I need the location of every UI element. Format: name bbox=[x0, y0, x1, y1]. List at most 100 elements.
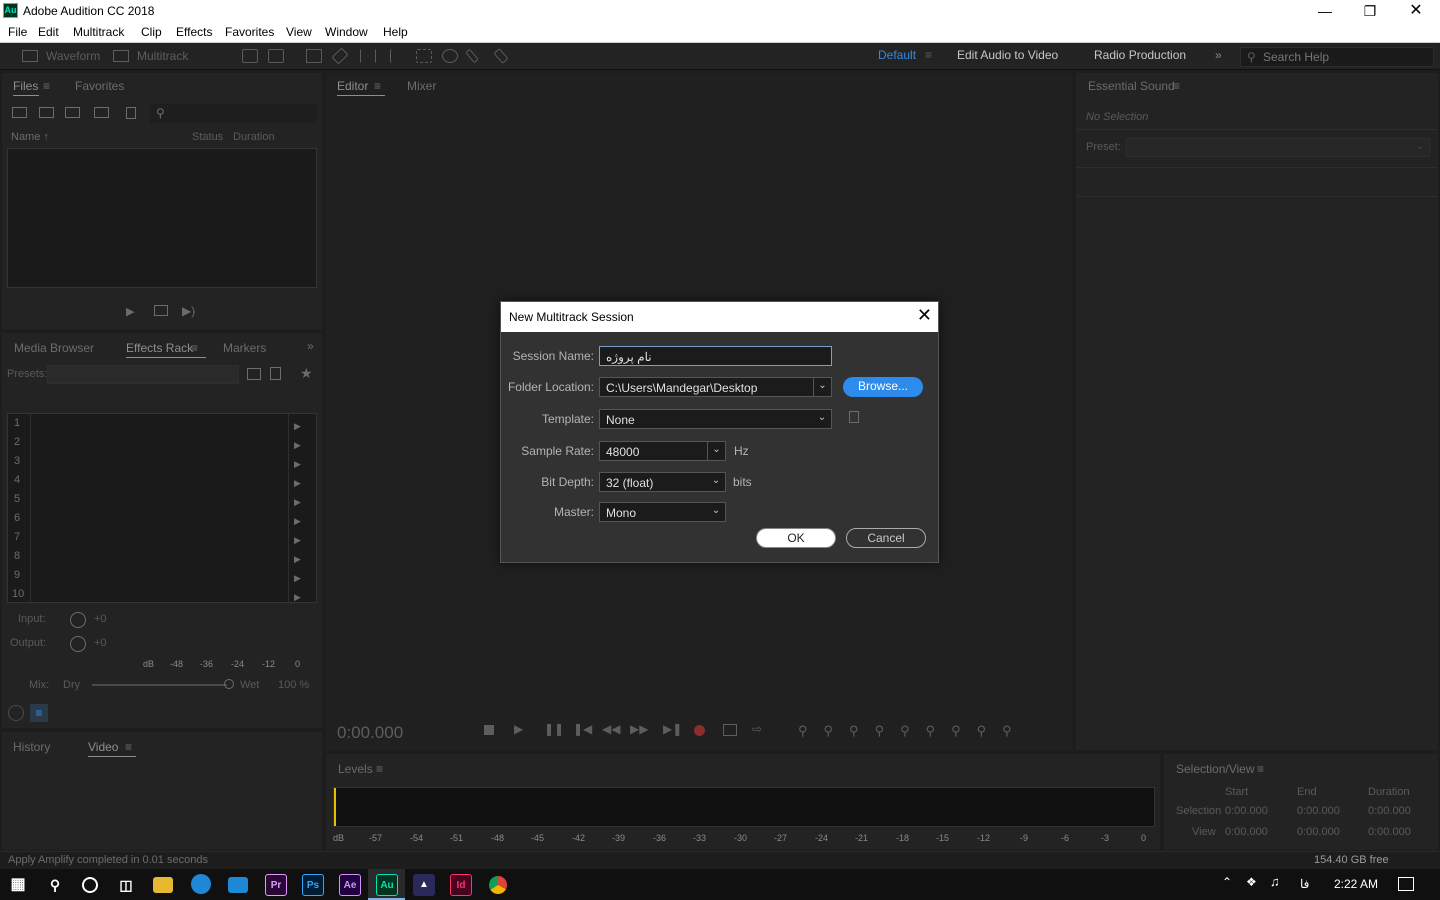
stop-icon[interactable] bbox=[484, 725, 494, 735]
edge-browser-icon[interactable] bbox=[191, 874, 211, 894]
time-selection-tool-icon[interactable] bbox=[390, 49, 398, 63]
slot-arrows[interactable]: ▶ ▶ ▶ ▶ ▶ ▶ ▶ ▶ ▶ ▶ bbox=[294, 417, 301, 607]
search-input[interactable] bbox=[1263, 50, 1428, 64]
cortana-icon[interactable] bbox=[79, 874, 101, 896]
menu-view[interactable]: View bbox=[286, 25, 312, 39]
files-list[interactable] bbox=[7, 148, 317, 288]
levels-menu-icon[interactable]: ≡ bbox=[376, 762, 383, 776]
open-file-icon[interactable] bbox=[12, 107, 27, 118]
pitch-display-icon[interactable] bbox=[268, 49, 284, 63]
loop-icon[interactable] bbox=[154, 305, 168, 316]
files-search-field[interactable]: ⚲ bbox=[150, 104, 317, 123]
files-panel-menu-icon[interactable]: ≡ bbox=[43, 79, 50, 93]
master-dropdown[interactable]: Mono ⌄ bbox=[599, 502, 726, 522]
dialog-close-icon[interactable]: ✕ bbox=[917, 305, 932, 326]
column-name[interactable]: Name ↑ bbox=[11, 131, 49, 143]
tab-markers[interactable]: Markers bbox=[223, 341, 266, 355]
list-view-icon[interactable]: ≡ bbox=[30, 704, 48, 722]
task-view-icon[interactable]: ◫ bbox=[115, 874, 137, 896]
menu-edit[interactable]: Edit bbox=[38, 25, 59, 39]
zoom-controls[interactable]: ⚲⚲⚲⚲⚲⚲⚲⚲⚲ bbox=[798, 723, 1028, 739]
column-duration[interactable]: Duration bbox=[233, 131, 275, 143]
workspace-radio-production[interactable]: Radio Production bbox=[1094, 48, 1186, 62]
rewind-icon[interactable]: ◀◀ bbox=[602, 722, 620, 736]
selection-end[interactable]: 0:00.000 bbox=[1297, 805, 1340, 817]
essential-menu-icon[interactable]: ≡ bbox=[1173, 79, 1180, 93]
record-icon[interactable] bbox=[694, 725, 705, 736]
play-icon[interactable]: ▶ bbox=[126, 305, 134, 318]
network-icon[interactable]: ❖ bbox=[1246, 875, 1257, 889]
lasso-tool-icon[interactable] bbox=[442, 49, 458, 63]
tab-media-browser[interactable]: Media Browser bbox=[14, 341, 94, 355]
input-language[interactable]: فا bbox=[1300, 877, 1309, 891]
effects-menu-icon[interactable]: ≡ bbox=[191, 341, 198, 355]
tab-favorites[interactable]: Favorites bbox=[75, 79, 124, 93]
video-menu-icon[interactable]: ≡ bbox=[125, 740, 132, 754]
tab-history[interactable]: History bbox=[13, 740, 50, 754]
move-tool-icon[interactable] bbox=[306, 49, 322, 63]
razor-tool-icon[interactable] bbox=[331, 47, 349, 65]
previous-icon[interactable]: ❚◀ bbox=[573, 722, 592, 736]
favorite-star-icon[interactable]: ★ bbox=[300, 365, 313, 382]
panel-overflow-icon[interactable]: » bbox=[307, 339, 314, 353]
waveform-button[interactable]: Waveform bbox=[46, 49, 100, 66]
workspace-edit-audio-video[interactable]: Edit Audio to Video bbox=[957, 48, 1058, 62]
selection-start[interactable]: 0:00.000 bbox=[1225, 805, 1268, 817]
view-duration[interactable]: 0:00.000 bbox=[1368, 826, 1411, 838]
workspace-menu-icon[interactable]: ≡ bbox=[925, 48, 932, 62]
column-status[interactable]: Status bbox=[192, 131, 223, 143]
media-encoder-icon[interactable]: ▲ bbox=[413, 874, 435, 896]
menu-multitrack[interactable]: Multitrack bbox=[73, 25, 124, 39]
slip-tool-icon[interactable] bbox=[360, 49, 376, 63]
marquee-tool-icon[interactable] bbox=[416, 49, 432, 63]
minimize-button[interactable]: — bbox=[1302, 0, 1348, 22]
menu-favorites[interactable]: Favorites bbox=[225, 25, 274, 39]
action-center-icon[interactable] bbox=[1398, 877, 1414, 891]
windows-start-icon[interactable]: ▦ bbox=[7, 874, 29, 896]
preset-dropdown[interactable]: ⌄ bbox=[1126, 138, 1430, 157]
fast-forward-icon[interactable]: ▶▶ bbox=[630, 722, 648, 736]
photoshop-icon[interactable]: Ps bbox=[302, 874, 324, 896]
close-window-button[interactable]: ✕ bbox=[1393, 0, 1439, 22]
tab-effects-rack[interactable]: Effects Rack bbox=[126, 341, 193, 355]
loop-playback-icon[interactable] bbox=[723, 724, 737, 736]
menu-effects[interactable]: Effects bbox=[176, 25, 212, 39]
premiere-pro-icon[interactable]: Pr bbox=[265, 874, 287, 896]
delete-template-icon[interactable] bbox=[849, 411, 859, 423]
sample-rate-dropdown[interactable]: 48000 ⌄ bbox=[599, 441, 726, 461]
pause-icon[interactable]: ❚❚ bbox=[544, 722, 564, 736]
multitrack-button[interactable]: Multitrack bbox=[137, 49, 188, 66]
chrome-icon[interactable] bbox=[487, 874, 509, 896]
after-effects-icon[interactable]: Ae bbox=[339, 874, 361, 896]
restore-button[interactable]: ❐ bbox=[1347, 0, 1393, 22]
show-hidden-icons-icon[interactable]: ⌃ bbox=[1222, 875, 1232, 889]
tab-editor[interactable]: Editor bbox=[337, 79, 368, 93]
bit-depth-dropdown[interactable]: 32 (float) ⌄ bbox=[599, 472, 726, 492]
template-dropdown[interactable]: None ⌄ bbox=[599, 409, 832, 429]
spectral-display-icon[interactable] bbox=[242, 49, 258, 63]
browse-button[interactable]: Browse... bbox=[843, 377, 923, 397]
session-name-input[interactable]: نام پروژه bbox=[599, 346, 832, 366]
clock[interactable]: 2:22 AM bbox=[1334, 877, 1378, 891]
menu-clip[interactable]: Clip bbox=[141, 25, 162, 39]
trash-icon[interactable] bbox=[126, 107, 136, 119]
power-icon[interactable] bbox=[8, 705, 24, 721]
workspace-default[interactable]: Default bbox=[878, 48, 916, 62]
selection-view-menu-icon[interactable]: ≡ bbox=[1257, 762, 1264, 776]
folder-location-dropdown[interactable]: C:\Users\Mandegar\Desktop ⌄ bbox=[599, 377, 832, 397]
tab-files[interactable]: Files bbox=[13, 79, 38, 93]
brush-tool-icon[interactable] bbox=[465, 48, 479, 64]
save-preset-icon[interactable] bbox=[247, 368, 261, 380]
menu-file[interactable]: File bbox=[8, 25, 27, 39]
selection-duration[interactable]: 0:00.000 bbox=[1368, 805, 1411, 817]
next-icon[interactable]: ▶❚ bbox=[663, 722, 682, 736]
play-icon[interactable]: ▶ bbox=[514, 722, 523, 736]
new-file-icon[interactable] bbox=[65, 107, 80, 118]
audition-icon[interactable]: Au bbox=[376, 874, 398, 896]
volume-icon[interactable]: ♫ bbox=[1270, 874, 1280, 889]
indesign-icon[interactable]: Id bbox=[450, 874, 472, 896]
ok-button[interactable]: OK bbox=[756, 528, 836, 548]
presets-dropdown[interactable] bbox=[47, 365, 239, 384]
view-start[interactable]: 0:00.000 bbox=[1225, 826, 1268, 838]
search-icon[interactable]: ⚲ bbox=[44, 874, 66, 896]
